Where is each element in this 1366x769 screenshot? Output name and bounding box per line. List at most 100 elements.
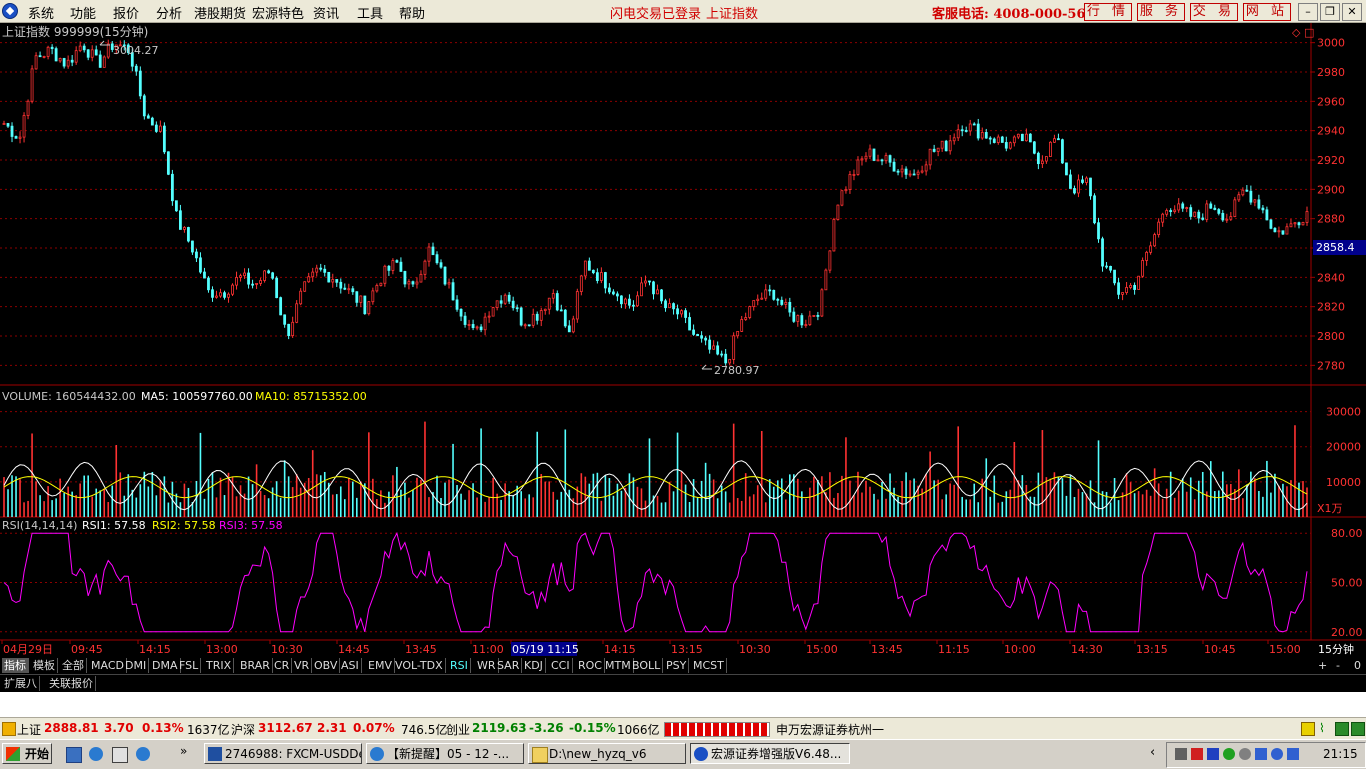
candle xyxy=(756,298,760,301)
menu-help[interactable]: 帮助 xyxy=(399,3,425,22)
tab-related-quote[interactable]: 关联报价 xyxy=(47,676,96,691)
candle xyxy=(559,309,563,312)
tab-全部[interactable]: 全部 xyxy=(60,658,87,673)
tab-vol-tdx[interactable]: VOL-TDX xyxy=(393,658,446,673)
reset-button[interactable]: 0 xyxy=(1352,658,1363,673)
candle xyxy=(431,246,435,256)
candle xyxy=(1133,285,1136,290)
cy-name: 创业 xyxy=(446,723,471,737)
candle xyxy=(956,129,960,139)
clock[interactable]: 21:15 xyxy=(1323,747,1358,761)
candle xyxy=(555,293,559,311)
candle xyxy=(275,277,279,299)
tab-emv[interactable]: EMV xyxy=(366,658,395,673)
period-label[interactable]: 15分钟 xyxy=(1318,642,1354,656)
kline-chart[interactable]: 上证指数 999999(15分钟) ◇ □ 3004.27 2780.97 VO… xyxy=(0,23,1366,657)
tab-vr[interactable]: VR xyxy=(292,658,313,673)
network-icon[interactable] xyxy=(1207,748,1219,760)
volume-tick: 10000 xyxy=(1326,476,1361,489)
chart-options-icon[interactable]: ◇ □ xyxy=(1292,26,1314,39)
menu-hongyuan[interactable]: 宏源特色 xyxy=(252,3,304,22)
quicklaunch-more-icon[interactable]: » xyxy=(180,744,187,758)
tab-rsi[interactable]: RSI xyxy=(448,658,471,673)
flag-icon[interactable] xyxy=(1191,748,1203,760)
candle xyxy=(676,308,679,315)
tray-expand-icon[interactable]: ‹ xyxy=(1150,745,1155,760)
candle xyxy=(784,302,788,305)
cy-change: -3.26 xyxy=(529,721,564,735)
trade-button[interactable]: 交 易 xyxy=(1190,3,1238,21)
desktop-icon[interactable] xyxy=(66,747,82,763)
update-icon[interactable] xyxy=(1271,748,1283,760)
flash-trade-status[interactable]: 闪电交易已登录 xyxy=(610,3,701,22)
menu-hk-futures[interactable]: 港股期货 xyxy=(194,3,246,22)
task-hongyuan[interactable]: 宏源证券增强版V6.48... xyxy=(690,743,850,764)
candle xyxy=(716,345,720,355)
candle xyxy=(776,298,780,301)
tab-模板[interactable]: 模板 xyxy=(31,658,58,673)
tab-roc[interactable]: ROC xyxy=(576,658,605,673)
hs-pct: 0.07% xyxy=(353,721,395,735)
keyboard-icon[interactable] xyxy=(1175,748,1187,760)
candle xyxy=(403,271,407,285)
ie-icon[interactable] xyxy=(89,747,103,761)
tab-boll[interactable]: BOLL xyxy=(630,658,664,673)
speaker-icon[interactable] xyxy=(1239,748,1251,760)
tab-指标[interactable]: 指标 xyxy=(2,658,29,673)
zoom-out-button[interactable]: - xyxy=(1334,658,1342,673)
alert-icon[interactable] xyxy=(1301,722,1315,736)
market-button[interactable]: 行 情 xyxy=(1084,3,1132,21)
tab-obv[interactable]: OBV xyxy=(312,658,341,673)
service-button[interactable]: 服 务 xyxy=(1137,3,1185,21)
window-icon[interactable] xyxy=(112,747,128,763)
candle xyxy=(571,318,575,333)
browser-icon[interactable] xyxy=(136,747,150,761)
tab-asi[interactable]: ASI xyxy=(339,658,362,673)
candle xyxy=(239,275,242,278)
tab-sar[interactable]: SAR xyxy=(495,658,523,673)
menu-quote[interactable]: 报价 xyxy=(113,3,139,22)
website-button[interactable]: 网 站 xyxy=(1243,3,1291,21)
tab-psy[interactable]: PSY xyxy=(664,658,690,673)
tab-dmi[interactable]: DMI xyxy=(123,658,150,673)
start-button[interactable]: 开始 xyxy=(2,743,52,764)
candle xyxy=(567,325,571,333)
tab-extension-8[interactable]: 扩展八 xyxy=(2,676,40,691)
menu-tools[interactable]: 工具 xyxy=(357,3,383,22)
tab-mcst[interactable]: MCST xyxy=(691,658,727,673)
tab-kdj[interactable]: KDJ xyxy=(522,658,546,673)
candle xyxy=(1205,203,1209,220)
menu-system[interactable]: 系统 xyxy=(28,3,54,22)
tab-cci[interactable]: CCI xyxy=(549,658,573,673)
tab-trix[interactable]: TRIX xyxy=(204,658,235,673)
tab-dma[interactable]: DMA xyxy=(150,658,181,673)
menu-analysis[interactable]: 分析 xyxy=(156,3,182,22)
tab-macd[interactable]: MACD xyxy=(89,658,127,673)
candle xyxy=(495,300,499,308)
task-fxcm[interactable]: 2746988: FXCM-USDDe... xyxy=(204,743,362,764)
task-folder[interactable]: D:\new_hyzq_v6 xyxy=(528,743,686,764)
app-logo-icon[interactable] xyxy=(2,3,18,19)
tab-brar[interactable]: BRAR xyxy=(238,658,273,673)
chart-area[interactable]: 上证指数 999999(15分钟) ◇ □ 3004.27 2780.97 VO… xyxy=(0,23,1366,657)
task-reminder[interactable]: 【新提醒】05 - 12 -... xyxy=(366,743,524,764)
close-icon[interactable]: ✕ xyxy=(1342,3,1362,21)
tab-fsl[interactable]: FSL xyxy=(177,658,202,673)
tab-cr[interactable]: CR xyxy=(272,658,293,673)
shield-icon[interactable] xyxy=(1255,748,1267,760)
security-icon[interactable] xyxy=(1223,748,1235,760)
price-tick: 2920 xyxy=(1317,154,1345,167)
minimize-icon[interactable]: – xyxy=(1298,3,1318,21)
time-label: 14:15 xyxy=(604,643,636,656)
time-label: 13:15 xyxy=(1136,643,1168,656)
shield-icon[interactable] xyxy=(1287,748,1299,760)
ticker-icon[interactable] xyxy=(2,722,16,736)
zoom-in-button[interactable]: + xyxy=(1316,658,1329,673)
menu-function[interactable]: 功能 xyxy=(70,3,96,22)
candle xyxy=(1165,210,1169,215)
candle xyxy=(319,267,323,270)
candle xyxy=(1221,212,1225,221)
candle xyxy=(680,310,683,315)
menu-news[interactable]: 资讯 xyxy=(313,3,339,22)
restore-icon[interactable]: ❐ xyxy=(1320,3,1340,21)
